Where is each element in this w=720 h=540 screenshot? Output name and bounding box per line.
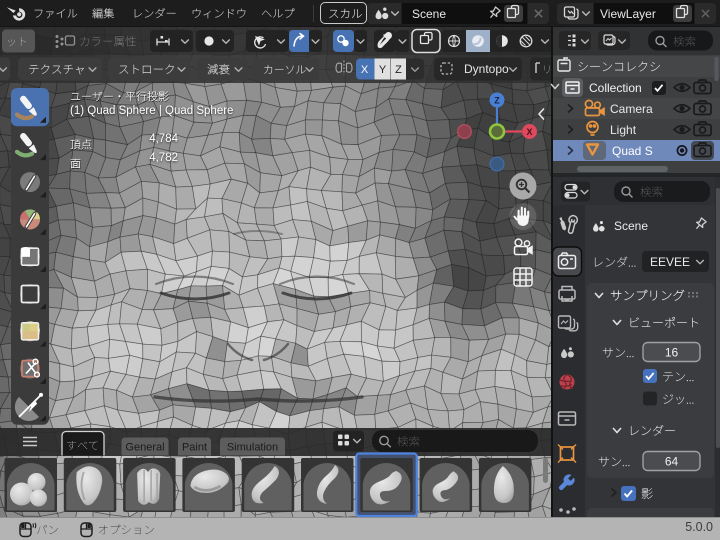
svg-text:64: 64 <box>665 455 679 469</box>
svg-text:16: 16 <box>665 346 679 360</box>
